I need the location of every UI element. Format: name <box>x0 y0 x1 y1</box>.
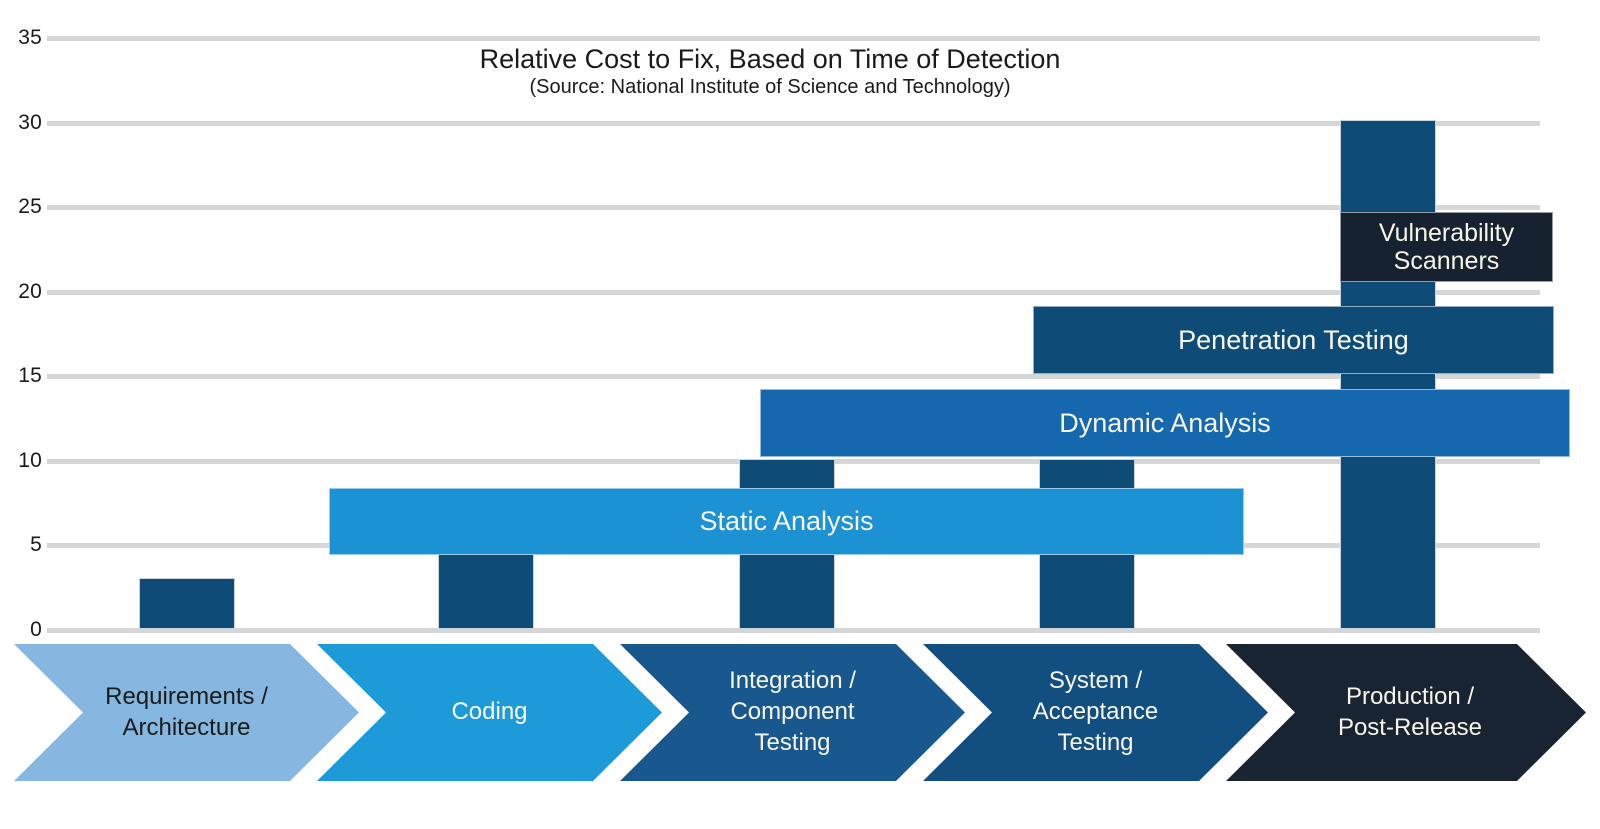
band-dynamic-analysis: Dynamic Analysis <box>760 389 1570 457</box>
chart-canvas: 35 30 25 20 15 10 5 0 Relative Cost to F… <box>0 0 1600 829</box>
phase-chevron-integration-component-testing[interactable]: Integration / Component Testing <box>620 644 965 781</box>
chart-title: Relative Cost to Fix, Based on Time of D… <box>479 44 1061 74</box>
phase-chevron-system-acceptance-testing[interactable]: System / Acceptance Testing <box>923 644 1268 781</box>
chart-subtitle: (Source: National Institute of Science a… <box>529 76 1011 98</box>
y-axis-tick-15: 15 <box>18 364 42 387</box>
band-penetration-testing: Penetration Testing <box>1033 306 1554 374</box>
phase-label-system-acceptance-testing: System / Acceptance Testing <box>1032 667 1159 756</box>
y-axis-tick-0: 0 <box>30 618 42 641</box>
phase-label-production-post-release: Production / Post-Release <box>1337 682 1483 741</box>
y-axis-tick-10: 10 <box>18 449 42 472</box>
gridline-30 <box>47 121 1540 126</box>
phase-chevron-production-post-release[interactable]: Production / Post-Release <box>1226 644 1586 781</box>
band-static-analysis: Static Analysis <box>329 488 1244 555</box>
y-axis-tick-5: 5 <box>30 533 42 556</box>
gridline-25 <box>47 205 1540 210</box>
plot-area: 35 30 25 20 15 10 5 0 Relative Cost to F… <box>0 0 1600 640</box>
y-axis-tick-25: 25 <box>18 195 42 218</box>
bar-requirements-architecture <box>139 578 235 629</box>
y-axis-tick-20: 20 <box>18 280 42 303</box>
phase-label-requirements-architecture: Requirements / Architecture <box>105 682 268 741</box>
phase-label-integration-component-testing: Integration / Component Testing <box>729 667 856 756</box>
gridline-35 <box>47 36 1540 41</box>
phase-label-coding: Coding <box>451 698 528 726</box>
phase-chevron-coding[interactable]: Coding <box>317 644 662 781</box>
gridline-15 <box>47 374 1540 379</box>
bar-coding <box>438 544 534 629</box>
y-axis-tick-30: 30 <box>18 111 42 134</box>
bar-production-post-release <box>1340 120 1436 629</box>
phase-chevron-requirements-architecture[interactable]: Requirements / Architecture <box>14 644 359 781</box>
phase-chevron-row: Requirements / Architecture Coding Integ… <box>0 644 1600 829</box>
band-vulnerability-scanners: Vulnerability Scanners <box>1340 212 1553 282</box>
gridline-20 <box>47 290 1540 295</box>
